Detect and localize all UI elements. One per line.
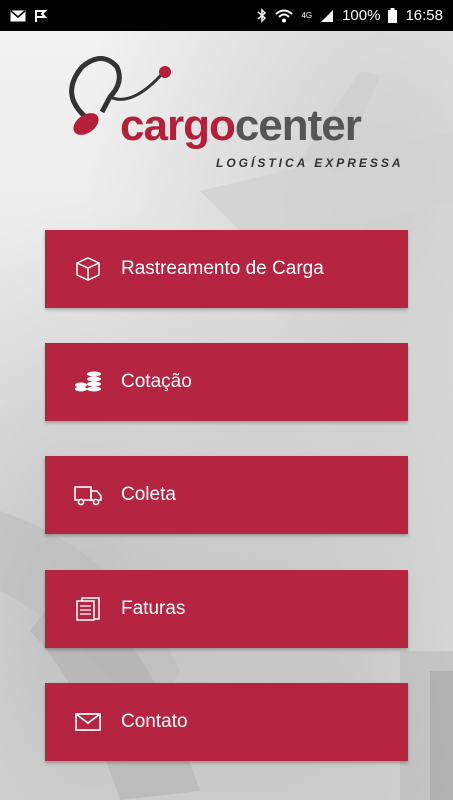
bluetooth-icon xyxy=(257,8,267,23)
status-bar: 4G 100% 16:58 xyxy=(0,0,453,31)
brand-name-center: center xyxy=(234,101,362,150)
menu-button-coleta[interactable]: Coleta xyxy=(45,456,408,534)
wifi-icon xyxy=(275,9,294,22)
truck-icon xyxy=(73,482,103,508)
menu-label-coleta: Coleta xyxy=(121,484,176,505)
menu-button-contato[interactable]: Contato xyxy=(45,683,408,761)
menu-label-cotacao: Cotação xyxy=(121,371,192,392)
coins-icon xyxy=(73,369,103,395)
clock: 16:58 xyxy=(405,7,443,24)
battery-icon xyxy=(388,8,398,23)
brand-name-cargo: cargo xyxy=(120,101,236,150)
mail-notification-icon xyxy=(10,9,26,21)
battery-percent: 100% xyxy=(342,7,381,24)
signal-icon xyxy=(321,9,334,22)
menu-button-rastreamento[interactable]: Rastreamento de Carga xyxy=(45,230,408,308)
flag-notification-icon xyxy=(35,9,48,22)
menu-label-rastreamento: Rastreamento de Carga xyxy=(121,258,324,279)
brand-tagline: LOGÍSTICA EXPRESSA xyxy=(216,156,404,170)
menu-label-faturas: Faturas xyxy=(121,598,186,619)
network-type-label: 4G xyxy=(301,11,313,20)
menu-button-cotacao[interactable]: Cotação xyxy=(45,343,408,421)
menu-button-faturas[interactable]: Faturas xyxy=(45,570,408,648)
status-left xyxy=(10,9,48,23)
box-icon xyxy=(73,256,103,282)
envelope-icon xyxy=(73,709,103,735)
menu-label-contato: Contato xyxy=(121,711,188,732)
brand-name: cargocenter xyxy=(120,101,362,150)
invoice-icon xyxy=(73,596,103,622)
status-right: 4G 100% 16:58 xyxy=(257,7,443,24)
